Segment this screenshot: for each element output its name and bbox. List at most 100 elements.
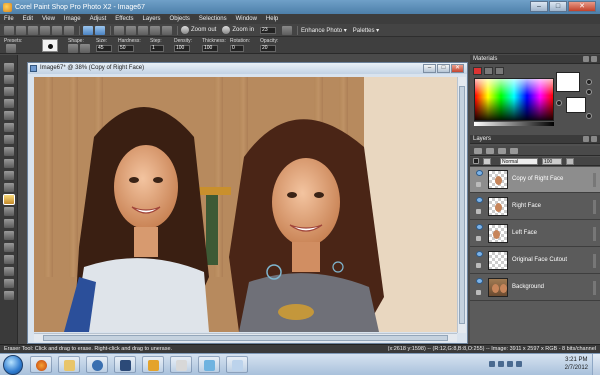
taskbar-photoshop[interactable] [114, 356, 136, 373]
new-icon[interactable] [4, 25, 14, 35]
rotation-field[interactable]: 0 [230, 45, 244, 52]
visibility-eye-icon[interactable] [476, 251, 483, 257]
image-close-button[interactable]: ✕ [451, 64, 464, 73]
visibility-eye-icon[interactable] [476, 197, 483, 203]
menu-objects[interactable]: Objects [170, 16, 190, 22]
rainbow-tab-icon[interactable] [484, 67, 493, 75]
layer-row[interactable]: Copy of Right Face [470, 167, 600, 193]
red-eye-tool-icon[interactable] [4, 147, 14, 156]
open-icon[interactable] [16, 25, 26, 35]
eraser-tool-icon[interactable] [3, 194, 15, 205]
layer-row[interactable]: Left Face [470, 221, 600, 247]
layer-lock-icon[interactable] [476, 209, 481, 214]
menu-window[interactable]: Window [236, 16, 257, 22]
text-tool-icon[interactable] [4, 267, 14, 276]
visibility-eye-icon[interactable] [476, 278, 483, 284]
menu-effects[interactable]: Effects [115, 16, 133, 22]
minimize-button[interactable]: – [530, 1, 548, 12]
horizontal-scroll-thumb[interactable] [43, 335, 448, 341]
crop-tool-icon[interactable] [4, 99, 14, 108]
grayscale-strip[interactable] [474, 122, 554, 126]
palettes-menu[interactable]: Palettes ▾ [353, 27, 379, 34]
paste-icon[interactable] [138, 25, 148, 35]
lighten-darken-icon[interactable] [4, 231, 14, 240]
taskbar-app[interactable] [170, 356, 192, 373]
swatches-tab-icon[interactable] [495, 67, 504, 75]
image-minimize-button[interactable]: – [423, 64, 436, 73]
enhance-photo-menu[interactable]: Enhance Photo ▾ [301, 27, 347, 34]
start-button[interactable] [3, 355, 23, 375]
zoom-tool-icon[interactable] [4, 75, 14, 84]
density-field[interactable]: 100 [174, 45, 190, 52]
lock-transparency-icon[interactable] [566, 158, 574, 165]
layer-opacity-field[interactable]: 100 [542, 158, 562, 165]
flag-icon[interactable] [516, 361, 522, 367]
taskbar-app[interactable] [226, 356, 248, 373]
pen-tool-icon[interactable] [4, 291, 14, 300]
maximize-button[interactable]: □ [549, 1, 567, 12]
menu-edit[interactable]: Edit [23, 16, 33, 22]
delete-layer-icon[interactable] [510, 148, 518, 154]
cut-icon[interactable] [114, 25, 124, 35]
paint-brush-icon[interactable] [4, 207, 14, 216]
save-icon[interactable] [28, 25, 38, 35]
shape-square-button[interactable] [80, 44, 90, 53]
size-field[interactable]: 45 [96, 45, 112, 52]
reset-colors-icon[interactable] [586, 89, 592, 95]
thickness-field[interactable]: 100 [202, 45, 218, 52]
clock[interactable]: 3:21 PM 2/7/2012 [565, 356, 588, 372]
flood-fill-icon[interactable] [4, 255, 14, 264]
taskbar-firefox[interactable] [30, 356, 52, 373]
layer-lock-icon[interactable] [476, 182, 481, 187]
transparent-icon[interactable] [556, 100, 562, 106]
network-icon[interactable] [498, 361, 504, 367]
step-field[interactable]: 1 [150, 45, 164, 52]
print-icon[interactable] [40, 25, 50, 35]
layer-mode-icon[interactable] [483, 158, 491, 165]
layer-lock-icon[interactable] [476, 236, 481, 241]
image-info-icon[interactable] [162, 25, 172, 35]
menu-selections[interactable]: Selections [199, 16, 227, 22]
presets-dropdown[interactable] [6, 44, 16, 53]
layer-visibility-toggle-icon[interactable] [473, 158, 479, 164]
menu-view[interactable]: View [42, 16, 55, 22]
zoom-in-button[interactable]: Zoom in [222, 26, 254, 34]
palette-close-icon[interactable] [591, 56, 597, 62]
frame-tab-icon[interactable] [473, 67, 482, 75]
move-tool-icon[interactable] [4, 111, 14, 120]
menu-image[interactable]: Image [64, 16, 81, 22]
image-maximize-button[interactable]: □ [437, 64, 450, 73]
email-icon[interactable] [52, 25, 62, 35]
delete-icon[interactable] [150, 25, 160, 35]
close-button[interactable]: ✕ [568, 1, 596, 12]
image-canvas[interactable] [34, 77, 457, 332]
hardness-field[interactable]: 50 [118, 45, 134, 52]
zoom-level-field[interactable]: 23 [260, 26, 277, 34]
show-desktop-button[interactable] [592, 354, 600, 375]
new-layer-icon[interactable] [474, 148, 482, 154]
taskbar-app[interactable] [198, 356, 220, 373]
selection-tool-icon[interactable] [4, 123, 14, 132]
opacity-field[interactable]: 20 [260, 45, 276, 52]
taskbar-explorer[interactable] [58, 356, 80, 373]
taskbar-media[interactable] [86, 356, 108, 373]
fit-window-icon[interactable] [282, 25, 293, 35]
palette-close-icon[interactable] [591, 136, 597, 142]
palette-menu-icon[interactable] [583, 136, 589, 142]
lock-icon[interactable] [586, 113, 592, 119]
visibility-eye-icon[interactable] [476, 170, 483, 176]
makeover-tool-icon[interactable] [4, 159, 14, 168]
zoom-out-button[interactable]: Zoom out [181, 26, 216, 34]
pan-tool-icon[interactable] [4, 63, 14, 72]
blend-mode-select[interactable]: Normal [500, 158, 538, 165]
undo-icon[interactable] [83, 25, 93, 35]
visibility-eye-icon[interactable] [476, 224, 483, 230]
tray-up-arrow-icon[interactable] [489, 361, 495, 367]
layer-properties-icon[interactable] [498, 148, 506, 154]
shape-round-button[interactable] [68, 44, 78, 53]
menu-layers[interactable]: Layers [143, 16, 161, 22]
vertical-scrollbar[interactable] [457, 77, 466, 333]
menu-help[interactable]: Help [266, 16, 278, 22]
layer-row[interactable]: Right Face [470, 194, 600, 220]
duplicate-layer-icon[interactable] [486, 148, 494, 154]
